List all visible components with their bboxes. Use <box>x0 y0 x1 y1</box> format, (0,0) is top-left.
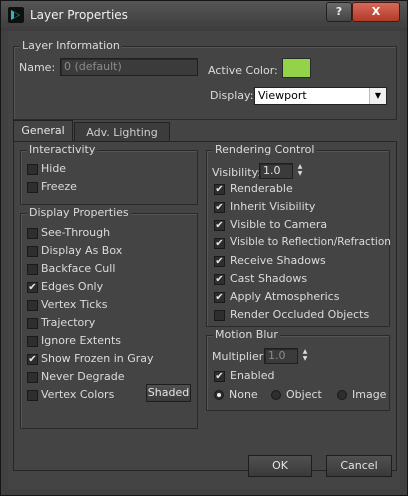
backface-cull-label: Backface Cull <box>41 262 116 275</box>
visible-to-camera-checkbox[interactable]: ✔ <box>214 220 225 231</box>
name-label: Name: <box>19 61 56 74</box>
edges-only-checkbox[interactable]: ✔ <box>27 282 38 293</box>
never-degrade-label: Never Degrade <box>41 370 125 383</box>
visible-to-reflection-checkbox[interactable]: ✔ <box>214 238 225 249</box>
vertex-colors-checkbox[interactable] <box>27 390 38 401</box>
active-color-swatch[interactable] <box>282 58 311 78</box>
visible-to-camera-label: Visible to Camera <box>230 218 328 231</box>
apply-atmospherics-checkbox[interactable]: ✔ <box>214 292 225 303</box>
multiplier-spinner[interactable]: ▲ ▼ <box>300 348 310 364</box>
display-label: Display: <box>210 89 254 102</box>
display-properties-group: Display Properties See-Through Display A… <box>20 206 198 429</box>
display-as-box-checkbox[interactable] <box>27 246 38 257</box>
cancel-button[interactable]: Cancel <box>326 455 392 477</box>
spinner-down-icon: ▼ <box>297 170 303 177</box>
blur-image-label: Image <box>352 388 387 401</box>
multiplier-label: Multiplier: <box>212 350 267 363</box>
vertex-ticks-label: Vertex Ticks <box>41 298 108 311</box>
name-field[interactable]: 0 (default) <box>60 58 198 76</box>
see-through-checkbox[interactable] <box>27 228 38 239</box>
receive-shadows-checkbox[interactable]: ✔ <box>214 256 225 267</box>
inherit-visibility-checkbox[interactable]: ✔ <box>214 202 225 213</box>
render-occluded-objects-checkbox[interactable] <box>214 310 225 321</box>
blur-none-radio[interactable] <box>214 390 224 400</box>
motion-blur-enabled-checkbox[interactable]: ✔ <box>214 371 225 382</box>
help-button[interactable]: ? <box>326 2 352 22</box>
app-logo-icon <box>8 7 24 23</box>
motion-blur-title: Motion Blur <box>213 328 280 341</box>
visibility-label: Visibility: <box>212 166 262 179</box>
tab-general[interactable]: General <box>13 120 73 142</box>
dialog-body: Layer Information Name: 0 (default) Acti… <box>8 31 400 489</box>
close-button[interactable]: X <box>352 2 400 22</box>
cast-shadows-label: Cast Shadows <box>230 272 308 285</box>
shaded-button[interactable]: Shaded <box>146 384 191 402</box>
window-title: Layer Properties <box>30 8 128 22</box>
spinner-down-icon: ▼ <box>302 355 308 362</box>
hide-checkbox[interactable] <box>27 164 38 175</box>
general-tab-panel: Interactivity Hide Freeze Display Proper… <box>13 141 397 471</box>
blur-object-radio[interactable] <box>271 390 281 400</box>
blur-image-radio[interactable] <box>337 390 347 400</box>
hide-label: Hide <box>41 162 67 175</box>
display-dropdown[interactable]: Viewport ▼ <box>254 87 387 105</box>
interactivity-group: Interactivity Hide Freeze <box>20 143 198 205</box>
vertex-colors-label: Vertex Colors <box>41 388 115 401</box>
renderable-label: Renderable <box>230 182 293 195</box>
spinner-up-icon: ▲ <box>297 163 303 170</box>
freeze-label: Freeze <box>41 180 77 193</box>
layer-properties-dialog: Layer Properties ? X Layer Information N… <box>0 0 408 496</box>
see-through-label: See-Through <box>41 226 111 239</box>
vertex-ticks-checkbox[interactable] <box>27 300 38 311</box>
title-bar[interactable]: Layer Properties ? X <box>1 1 407 31</box>
trajectory-checkbox[interactable] <box>27 318 38 329</box>
trajectory-label: Trajectory <box>41 316 96 329</box>
multiplier-field[interactable]: 1.0 <box>264 348 298 364</box>
never-degrade-checkbox[interactable] <box>27 372 38 383</box>
tab-adv-lighting[interactable]: Adv. Lighting <box>74 122 170 142</box>
visibility-field[interactable]: 1.0 <box>259 163 293 179</box>
apply-atmospherics-label: Apply Atmospherics <box>230 290 340 303</box>
inherit-visibility-label: Inherit Visibility <box>230 200 316 213</box>
cast-shadows-checkbox[interactable]: ✔ <box>214 274 225 285</box>
visibility-spinner[interactable]: ▲ ▼ <box>295 163 305 179</box>
chevron-down-icon: ▼ <box>369 88 386 104</box>
blur-none-label: None <box>229 388 258 401</box>
edges-only-label: Edges Only <box>41 280 104 293</box>
layer-information-group: Layer Information Name: 0 (default) Acti… <box>13 39 397 120</box>
freeze-checkbox[interactable] <box>27 182 38 193</box>
display-as-box-label: Display As Box <box>41 244 123 257</box>
spinner-up-icon: ▲ <box>302 348 308 355</box>
display-properties-title: Display Properties <box>27 206 131 219</box>
rendering-control-group: Rendering Control Visibility: 1.0 ▲ ▼ ✔ … <box>206 143 391 327</box>
render-occluded-objects-label: Render Occluded Objects <box>230 308 370 321</box>
layer-information-title: Layer Information <box>20 39 122 52</box>
ignore-extents-checkbox[interactable] <box>27 336 38 347</box>
receive-shadows-label: Receive Shadows <box>230 254 326 267</box>
ignore-extents-label: Ignore Extents <box>41 334 122 347</box>
backface-cull-checkbox[interactable] <box>27 264 38 275</box>
show-frozen-in-gray-checkbox[interactable]: ✔ <box>27 354 38 365</box>
motion-blur-enabled-label: Enabled <box>230 369 275 382</box>
display-dropdown-value: Viewport <box>258 89 307 102</box>
active-color-label: Active Color: <box>208 64 278 77</box>
motion-blur-group: Motion Blur Multiplier: 1.0 ▲ ▼ ✔ Enable… <box>206 328 390 411</box>
interactivity-title: Interactivity <box>27 143 98 156</box>
renderable-checkbox[interactable]: ✔ <box>214 184 225 195</box>
blur-object-label: Object <box>286 388 322 401</box>
visible-to-reflection-label: Visible to Reflection/Refraction <box>230 236 391 248</box>
ok-button[interactable]: OK <box>248 455 312 477</box>
rendering-control-title: Rendering Control <box>213 143 317 156</box>
show-frozen-in-gray-label: Show Frozen in Gray <box>41 352 154 365</box>
